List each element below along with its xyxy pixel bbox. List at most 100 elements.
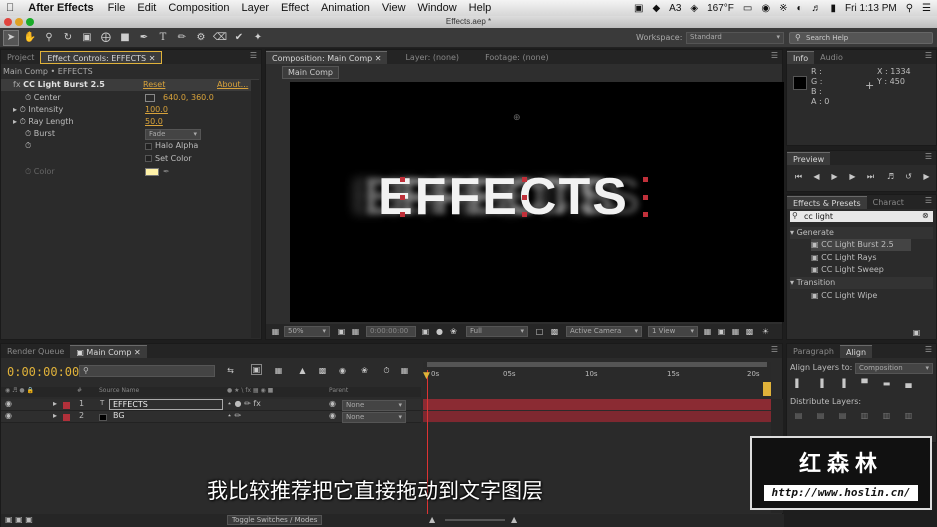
battery-icon[interactable]: ▮ — [831, 3, 837, 14]
menu-composition[interactable]: Composition — [162, 2, 235, 14]
composition-viewer[interactable]: EFFECTS ⊕ — [290, 82, 784, 322]
clear-search-icon[interactable]: ⊗ — [922, 211, 929, 220]
menu-view[interactable]: View — [376, 2, 412, 14]
prop-intensity-value[interactable]: 100.0 — [145, 104, 168, 116]
minimize-window-button[interactable] — [15, 18, 23, 26]
pen-tool-icon[interactable]: ✒ — [136, 30, 152, 46]
work-area-end-handle[interactable] — [763, 382, 771, 396]
layer-handle[interactable] — [643, 195, 648, 200]
expand-arrow-icon[interactable]: ▸ — [13, 117, 17, 126]
loop-icon[interactable]: ↺ — [903, 171, 914, 182]
tab-preview[interactable]: Preview — [787, 152, 831, 165]
crosshair-icon[interactable] — [145, 94, 155, 102]
adobe-badge-icon[interactable]: A3 — [669, 3, 681, 14]
distribute-top-icon[interactable]: ▤ — [793, 410, 804, 421]
stopwatch-icon[interactable]: ⏱ — [20, 105, 26, 114]
scrollbar[interactable] — [251, 80, 260, 338]
group-generate[interactable]: ▾ Generate — [790, 227, 933, 239]
parent-dropdown[interactable]: None ▾ — [342, 400, 406, 411]
hand-tool-icon[interactable]: ✋ — [22, 30, 38, 46]
transparency-grid-icon[interactable]: ▩ — [549, 326, 560, 337]
notification-icon[interactable]: ☰ — [922, 3, 931, 14]
expand-layer-panes-icon[interactable]: ▣ ▣ ▣ — [5, 515, 33, 524]
rotate-tool-icon[interactable]: ↻ — [60, 30, 76, 46]
layer-handle[interactable] — [522, 212, 527, 217]
hide-shy-layers-icon[interactable]: ▲ — [297, 365, 308, 376]
motion-blur-icon[interactable]: ◉ — [337, 365, 348, 376]
time-ruler[interactable]: 0s 05s 10s 15s 20s — [423, 362, 771, 390]
eyedropper-icon[interactable]: ✒ — [163, 167, 170, 176]
close-icon[interactable]: ✕ — [375, 54, 382, 63]
menu-animation[interactable]: Animation — [315, 2, 376, 14]
tab-audio[interactable]: Audio — [814, 51, 849, 64]
menu-layer[interactable]: Layer — [236, 2, 276, 14]
clone-stamp-tool-icon[interactable]: ⚙ — [193, 30, 209, 46]
tab-composition[interactable]: Composition: Main Comp ✕ — [266, 51, 388, 64]
layer-row[interactable]: ◉ ▸ 1 T EFFECTS ⋆ ● ✏ fx ◉ None ▾ — [1, 399, 421, 411]
brush-tool-icon[interactable]: ✏ — [174, 30, 190, 46]
dropbox-icon[interactable]: ◈ — [690, 3, 698, 14]
type-tool-icon[interactable]: T — [155, 30, 171, 46]
align-vcenter-icon[interactable]: ▬ — [881, 378, 892, 389]
expand-arrow-icon[interactable]: ▸ — [53, 399, 57, 408]
tab-effect-controls[interactable]: Effect Controls: EFFECTS ✕ — [40, 51, 163, 64]
stopwatch-icon[interactable]: ⏱ — [25, 93, 31, 102]
switches-icon[interactable]: ⋆ ● ✏ fx — [227, 399, 261, 408]
effect-header-row[interactable]: fx CC Light Burst 2.5 Reset About... — [1, 79, 259, 91]
align-hcenter-icon[interactable]: ▐ — [815, 378, 826, 389]
layer-duration-bar[interactable] — [423, 411, 771, 422]
apple-icon[interactable]:  — [0, 2, 20, 14]
burst-dropdown[interactable]: Fade ▾ — [145, 129, 201, 140]
panel-menu-icon[interactable]: ☰ — [925, 51, 932, 60]
first-frame-icon[interactable]: ⏮ — [793, 171, 804, 182]
grid-toggle-icon[interactable]: ▦ — [350, 326, 361, 337]
effect-item-cc-light-burst[interactable]: ▣ CC Light Burst 2.5 — [811, 239, 911, 251]
expand-arrow-icon[interactable]: ▸ — [53, 411, 57, 420]
search-help-input[interactable]: Search Help — [789, 32, 933, 44]
panel-menu-icon[interactable]: ☰ — [925, 345, 932, 354]
zoom-out-icon[interactable]: ▲ — [429, 515, 435, 524]
playhead-icon[interactable]: ▼ — [423, 371, 430, 381]
stopwatch-icon[interactable]: ⏱ — [25, 140, 31, 152]
camera-icon[interactable]: ▣ — [634, 3, 643, 14]
color-swatch[interactable] — [145, 168, 159, 176]
tab-align[interactable]: Align — [839, 345, 873, 358]
comp-timecode[interactable]: 0:00:00:00 — [366, 326, 416, 337]
menu-edit[interactable]: Edit — [131, 2, 162, 14]
panel-menu-icon[interactable]: ☰ — [250, 51, 257, 60]
exposure-icon[interactable]: ☀ — [760, 326, 771, 337]
panel-menu-icon[interactable]: ☰ — [771, 51, 778, 60]
set-color-checkbox[interactable] — [145, 155, 152, 162]
camera-dropdown[interactable]: Active Camera ▾ — [566, 326, 642, 337]
menu-help[interactable]: Help — [463, 2, 498, 14]
next-frame-icon[interactable]: ▶ — [847, 171, 858, 182]
layer-handle[interactable] — [400, 212, 405, 217]
panel-menu-icon[interactable]: ☰ — [925, 152, 932, 161]
ram-preview-icon[interactable]: ▶ — [921, 171, 932, 182]
tab-info[interactable]: Info — [787, 51, 815, 64]
disclosure-triangle-icon[interactable]: ▾ — [790, 228, 794, 237]
visibility-eye-icon[interactable]: ◉ — [5, 399, 12, 408]
tab-character[interactable]: Charact — [867, 196, 910, 209]
menu-window[interactable]: Window — [412, 2, 463, 14]
play-icon[interactable]: ▶ — [829, 171, 840, 182]
close-window-button[interactable] — [4, 18, 12, 26]
graph-editor-icon[interactable]: ▦ — [399, 365, 410, 376]
draft-3d-icon[interactable]: ▦ — [273, 365, 284, 376]
toggle-switches-modes-button[interactable]: Toggle Switches / Modes — [227, 515, 323, 525]
auto-keyframe-icon[interactable]: ⏱ — [381, 365, 392, 376]
comp-breadcrumb[interactable]: Main Comp — [282, 66, 339, 79]
resolution-dropdown[interactable]: Full ▾ — [466, 326, 528, 337]
timeline-timecode[interactable]: 0:00:00:00 — [7, 365, 79, 379]
workspace-dropdown[interactable]: Standard ▾ — [686, 32, 784, 44]
volume-icon[interactable]: ♬ — [812, 3, 822, 14]
menu-app-name[interactable]: After Effects — [20, 2, 101, 14]
view-layout-dropdown[interactable]: 1 View ▾ — [648, 326, 698, 337]
work-area-bar[interactable] — [427, 362, 767, 367]
effect-item-cc-light-rays[interactable]: ▣ CC Light Rays — [811, 252, 877, 264]
layer-name[interactable]: EFFECTS — [109, 399, 223, 410]
tab-main-comp[interactable]: ▣ Main Comp ✕ — [70, 345, 147, 358]
fast-previews-icon[interactable]: ▣ — [716, 326, 727, 337]
tab-layer[interactable]: Layer: (none) — [399, 51, 465, 64]
dashboard-icon[interactable]: ◉ — [761, 3, 770, 14]
